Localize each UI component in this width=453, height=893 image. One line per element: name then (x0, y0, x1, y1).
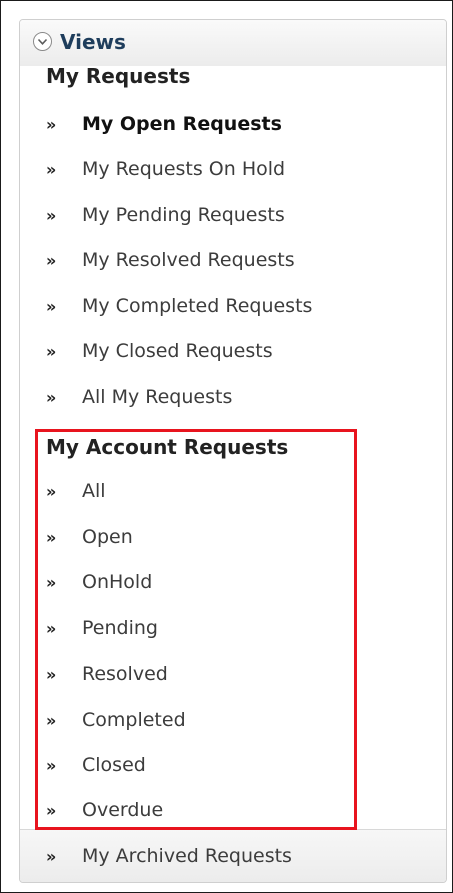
my-account-requests-title: My Account Requests (46, 435, 289, 459)
my-requests-title: My Requests (46, 64, 191, 88)
account-item-resolved[interactable]: » Resolved (46, 658, 168, 690)
double-chevron-right-icon: » (46, 159, 56, 179)
page-frame: Views My Requests » My Open Requests » M… (0, 0, 453, 893)
double-chevron-right-icon: » (46, 618, 56, 638)
double-chevron-right-icon: » (46, 664, 56, 684)
double-chevron-right-icon: » (46, 710, 56, 730)
double-chevron-right-icon: » (46, 114, 56, 134)
double-chevron-right-icon: » (46, 755, 56, 775)
view-item-label[interactable]: My Completed Requests (82, 295, 312, 317)
account-item-all[interactable]: » All (46, 475, 106, 507)
view-item-my-resolved-requests[interactable]: » My Resolved Requests (46, 244, 295, 276)
double-chevron-right-icon: » (46, 846, 56, 866)
views-title[interactable]: Views (60, 30, 126, 54)
account-item-label[interactable]: Closed (82, 754, 146, 776)
view-item-label[interactable]: My Pending Requests (82, 204, 285, 226)
archived-requests-bar: » My Archived Requests (20, 829, 446, 882)
double-chevron-right-icon: » (46, 800, 56, 820)
view-item-label[interactable]: All My Requests (82, 386, 232, 408)
view-item-label[interactable]: My Open Requests (82, 113, 282, 135)
view-item-label[interactable]: My Requests On Hold (82, 158, 285, 180)
view-item-my-closed-requests[interactable]: » My Closed Requests (46, 335, 273, 367)
account-item-completed[interactable]: » Completed (46, 704, 186, 736)
account-item-label[interactable]: Pending (82, 617, 158, 639)
view-item-label[interactable]: My Archived Requests (82, 845, 292, 867)
view-item-my-completed-requests[interactable]: » My Completed Requests (46, 290, 312, 322)
double-chevron-right-icon: » (46, 481, 56, 501)
view-item-label[interactable]: My Closed Requests (82, 340, 273, 362)
account-item-open[interactable]: » Open (46, 521, 133, 553)
account-item-overdue[interactable]: » Overdue (46, 794, 163, 826)
double-chevron-right-icon: » (46, 527, 56, 547)
account-item-label[interactable]: Resolved (82, 663, 168, 685)
double-chevron-right-icon: » (46, 205, 56, 225)
view-item-my-archived-requests[interactable]: » My Archived Requests (46, 840, 292, 872)
views-panel: Views My Requests » My Open Requests » M… (19, 19, 447, 883)
account-item-label[interactable]: Overdue (82, 799, 163, 821)
double-chevron-right-icon: » (46, 572, 56, 592)
chevron-down-icon[interactable] (33, 32, 52, 51)
double-chevron-right-icon: » (46, 341, 56, 361)
account-item-label[interactable]: All (82, 480, 106, 502)
account-item-closed[interactable]: » Closed (46, 749, 146, 781)
views-header[interactable]: Views (20, 20, 446, 66)
double-chevron-right-icon: » (46, 250, 56, 270)
account-item-label[interactable]: Completed (82, 709, 186, 731)
view-item-my-requests-on-hold[interactable]: » My Requests On Hold (46, 153, 285, 185)
view-item-my-pending-requests[interactable]: » My Pending Requests (46, 199, 285, 231)
account-item-label[interactable]: OnHold (82, 571, 152, 593)
double-chevron-right-icon: » (46, 296, 56, 316)
double-chevron-right-icon: » (46, 387, 56, 407)
account-item-onhold[interactable]: » OnHold (46, 566, 152, 598)
view-item-label[interactable]: My Resolved Requests (82, 249, 295, 271)
view-item-my-open-requests[interactable]: » My Open Requests (46, 108, 282, 140)
account-item-pending[interactable]: » Pending (46, 612, 158, 644)
account-item-label[interactable]: Open (82, 526, 133, 548)
view-item-all-my-requests[interactable]: » All My Requests (46, 381, 232, 413)
